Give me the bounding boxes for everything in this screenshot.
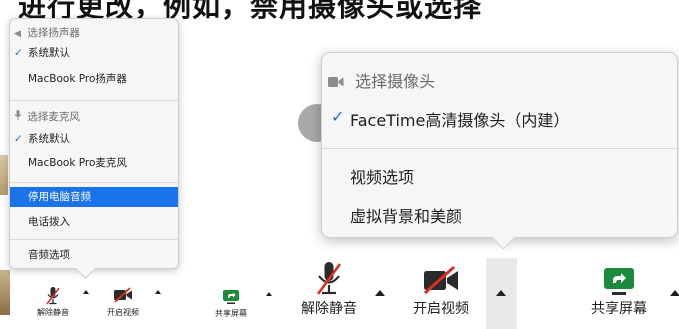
audio-menu-caret-small[interactable] [83, 290, 89, 294]
share-menu-caret[interactable] [670, 290, 679, 296]
checkmark-icon: ✓ [14, 47, 23, 59]
menu-pointer [491, 225, 516, 250]
mic-section-header: 选择麦克风 [10, 107, 178, 127]
audio-options-item[interactable]: 音频选项 [10, 245, 178, 265]
video-menu-caret[interactable] [496, 290, 506, 296]
background-image-strip [0, 155, 8, 195]
unmute-button-small[interactable]: 解除静音 [30, 287, 76, 318]
share-screen-icon [208, 290, 254, 308]
unmute-button[interactable]: 解除静音 [296, 262, 362, 318]
menu-divider [10, 182, 178, 183]
video-options-item[interactable]: 视频选项 [350, 164, 677, 188]
video-off-icon [408, 265, 474, 298]
share-menu-caret-small[interactable] [266, 292, 272, 296]
video-menu-caret-small[interactable] [155, 290, 161, 294]
speaker-section-header: ◀ 选择扬声器 [10, 23, 178, 43]
audio-settings-menu: ◀ 选择扬声器 ✓ 系统默认 MacBook Pro扬声器 选择麦克风 ✓ 系统… [9, 18, 179, 280]
speaker-option-system-default[interactable]: ✓ 系统默认 [10, 43, 178, 63]
muted-microphone-icon [296, 262, 362, 298]
start-video-button-small[interactable]: 开启视频 [100, 287, 146, 318]
video-off-icon [100, 287, 146, 307]
share-screen-button[interactable]: 共享屏幕 [586, 268, 652, 318]
virtual-background-item[interactable]: 虚拟背景和美颜 [350, 203, 677, 227]
menu-divider [322, 148, 677, 149]
muted-microphone-icon [30, 287, 76, 307]
menu-divider [10, 239, 178, 240]
mic-option-macbook-pro[interactable]: MacBook Pro麦克风 [10, 153, 178, 173]
disable-computer-audio-item[interactable]: 停用电脑音频 [10, 187, 178, 207]
background-image-strip [0, 270, 10, 315]
camera-icon [328, 73, 344, 92]
mic-option-system-default[interactable]: ✓ 系统默认 [10, 129, 178, 149]
speaker-icon: ◀ [14, 29, 21, 39]
camera-settings-menu: 选择摄像头 ✓ FaceTime高清摄像头（内建） 视频选项 虚拟背景和美颜 [321, 52, 678, 250]
audio-menu-caret[interactable] [375, 290, 385, 296]
camera-section-header: 选择摄像头 [328, 68, 677, 92]
phone-dial-in-item[interactable]: 电话拨入 [10, 212, 178, 232]
menu-divider [10, 100, 178, 101]
share-screen-button-small[interactable]: 共享屏幕 [208, 290, 254, 319]
checkmark-icon: ✓ [14, 133, 23, 145]
microphone-icon [14, 108, 24, 128]
checkmark-icon: ✓ [331, 107, 345, 126]
start-video-button[interactable]: 开启视频 [408, 265, 474, 318]
speaker-option-macbook-pro[interactable]: MacBook Pro扬声器 [10, 69, 178, 89]
share-screen-icon [586, 268, 652, 298]
